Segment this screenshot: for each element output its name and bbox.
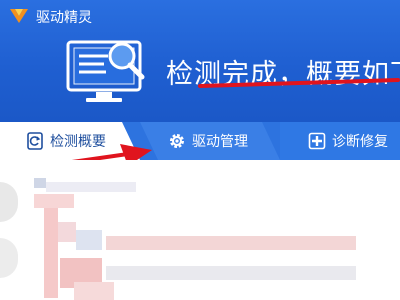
blurred-region — [58, 222, 76, 242]
blurred-region — [46, 182, 136, 192]
blurred-region — [0, 238, 18, 278]
monitor-scan-icon — [66, 40, 145, 102]
header: 驱动精灵 检测完成，概要如下 — [0, 0, 400, 122]
blurred-region — [76, 230, 102, 250]
tab-diagnose-repair[interactable]: 诊断修复 — [280, 122, 400, 160]
blurred-region — [74, 282, 114, 300]
blurred-region — [106, 266, 356, 280]
gear-icon — [170, 134, 184, 148]
tab-label: 诊断修复 — [332, 134, 388, 150]
blurred-region — [106, 236, 356, 250]
tab-driver-management[interactable]: 驱动管理 — [140, 122, 280, 160]
summary-content — [0, 160, 400, 300]
blurred-region — [34, 194, 74, 208]
title-bar: 驱动精灵 — [0, 0, 400, 30]
annotation-underline — [198, 78, 400, 88]
app-title: 驱动精灵 — [36, 10, 92, 26]
tab-label: 驱动管理 — [192, 134, 248, 150]
blurred-region — [44, 208, 58, 298]
app-logo-icon — [10, 9, 28, 23]
blurred-region — [34, 178, 46, 188]
blurred-region — [0, 182, 18, 222]
diagnose-icon — [308, 132, 326, 150]
